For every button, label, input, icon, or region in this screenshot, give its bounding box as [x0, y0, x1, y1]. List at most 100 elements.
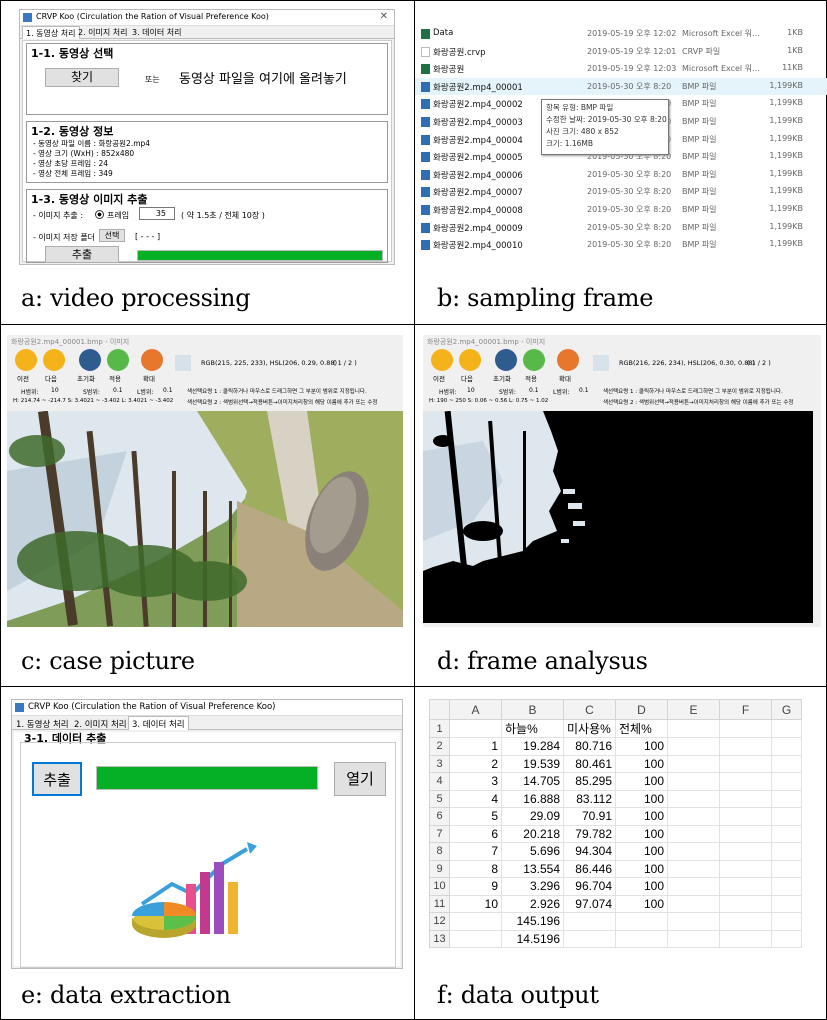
sheet-cell[interactable]: [667, 754, 720, 773]
sheet-cell[interactable]: 94.304: [563, 842, 616, 861]
row-header[interactable]: 3: [429, 754, 450, 773]
sheet-cell[interactable]: [771, 842, 802, 861]
sheet-cell[interactable]: 14.705: [501, 772, 564, 791]
sheet-cell[interactable]: [449, 912, 502, 931]
sheet-cell[interactable]: 5: [449, 807, 502, 826]
sheet-cell[interactable]: [667, 929, 720, 948]
sheet-cell[interactable]: [719, 912, 772, 931]
sheet-cell[interactable]: 100: [615, 894, 668, 913]
tab-video[interactable]: 1. 동영상 처리: [16, 718, 69, 730]
apply-icon[interactable]: [107, 349, 129, 371]
apply-icon[interactable]: [523, 349, 545, 371]
sheet-cell[interactable]: [667, 912, 720, 931]
sheet-cell[interactable]: 85.295: [563, 772, 616, 791]
column-header[interactable]: E: [667, 699, 720, 720]
sheet-cell[interactable]: [667, 877, 720, 896]
sheet-cell[interactable]: [719, 789, 772, 808]
sheet-cell[interactable]: [771, 719, 802, 738]
file-row[interactable]: 화랑공원2.mp4_00006 2019-05-30 오후 8:20 BMP 파일 1…: [415, 166, 827, 184]
sheet-cell[interactable]: 3.296: [501, 877, 564, 896]
sheet-cell[interactable]: 100: [615, 754, 668, 773]
file-row[interactable]: Data 2019-05-19 오후 12:02 Microsoft Excel 워…: [415, 25, 827, 43]
select-button[interactable]: 선택: [99, 229, 125, 242]
sheet-cell[interactable]: [771, 912, 802, 931]
sheet-cell[interactable]: 100: [615, 737, 668, 756]
tab-image[interactable]: 2. 이미지 처리: [74, 718, 127, 730]
sheet-cell[interactable]: [719, 877, 772, 896]
next-icon[interactable]: [43, 349, 65, 371]
sheet-cell[interactable]: [771, 807, 802, 826]
sheet-cell[interactable]: 19.539: [501, 754, 564, 773]
sheet-cell[interactable]: [771, 754, 802, 773]
sheet-cell[interactable]: [719, 807, 772, 826]
column-header[interactable]: D: [615, 699, 668, 720]
sheet-cell[interactable]: 하늘%: [501, 719, 564, 738]
reset-icon[interactable]: [495, 349, 517, 371]
column-header[interactable]: B: [501, 699, 564, 720]
sheet-cell[interactable]: [615, 929, 668, 948]
sheet-cell[interactable]: [667, 842, 720, 861]
sheet-cell[interactable]: [563, 912, 616, 931]
sheet-cell[interactable]: [771, 789, 802, 808]
frame-input[interactable]: 35: [139, 207, 175, 220]
file-row[interactable]: 화랑공원2.mp4_00007 2019-05-30 오후 8:20 BMP 파일 1…: [415, 183, 827, 201]
sheet-cell[interactable]: [771, 737, 802, 756]
sheet-cell[interactable]: 전체%: [615, 719, 668, 738]
sheet-cell[interactable]: 13.554: [501, 859, 564, 878]
sheet-cell[interactable]: 100: [615, 877, 668, 896]
sheet-cell[interactable]: 2: [449, 754, 502, 773]
tab-video[interactable]: 1. 동영상 처리: [22, 26, 80, 39]
extract-button[interactable]: 추출: [45, 246, 119, 263]
sheet-cell[interactable]: [771, 772, 802, 791]
column-header[interactable]: C: [563, 699, 616, 720]
row-header[interactable]: 2: [429, 737, 450, 756]
sheet-cell[interactable]: 70.91: [563, 807, 616, 826]
column-header[interactable]: G: [771, 699, 802, 720]
sheet-cell[interactable]: 9: [449, 877, 502, 896]
sheet-cell[interactable]: [667, 824, 720, 843]
sheet-cell[interactable]: [771, 877, 802, 896]
sheet-cell[interactable]: [771, 824, 802, 843]
extract-button[interactable]: 추출: [32, 762, 82, 796]
sheet-cell[interactable]: 1: [449, 737, 502, 756]
file-row[interactable]: 화랑공원 2019-05-19 오후 12:03 Microsoft Excel 워…: [415, 60, 827, 78]
sheet-cell[interactable]: [719, 859, 772, 878]
sheet-cell[interactable]: 79.782: [563, 824, 616, 843]
tab-image[interactable]: 2. 이미지 처리: [78, 27, 128, 38]
sheet-cell[interactable]: 3: [449, 772, 502, 791]
file-row[interactable]: 화랑공원2.mp4_00001 2019-05-30 오후 8:20 BMP 파일 1…: [415, 77, 827, 96]
sheet-cell[interactable]: 80.716: [563, 737, 616, 756]
row-header[interactable]: 1: [429, 719, 450, 738]
sheet-cell[interactable]: 8: [449, 859, 502, 878]
sheet-cell[interactable]: 7: [449, 842, 502, 861]
sheet-cell[interactable]: [719, 772, 772, 791]
sheet-cell[interactable]: 96.704: [563, 877, 616, 896]
column-header[interactable]: F: [719, 699, 772, 720]
sheet-cell[interactable]: [667, 789, 720, 808]
sheet-cell[interactable]: 100: [615, 772, 668, 791]
row-header[interactable]: 12: [429, 912, 450, 931]
sheet-cell[interactable]: [719, 737, 772, 756]
row-header[interactable]: 8: [429, 842, 450, 861]
row-header[interactable]: 10: [429, 877, 450, 896]
sheet-cell[interactable]: 미사용%: [563, 719, 616, 738]
sheet-cell[interactable]: 14.5196: [501, 929, 564, 948]
sheet-cell[interactable]: [667, 737, 720, 756]
frame-radio[interactable]: [95, 210, 104, 219]
row-header[interactable]: 5: [429, 789, 450, 808]
sheet-cell[interactable]: 83.112: [563, 789, 616, 808]
sheet-cell[interactable]: [771, 894, 802, 913]
sheet-cell[interactable]: [771, 859, 802, 878]
drop-zone[interactable]: 동영상 파일을 여기에 올려놓기: [179, 68, 347, 87]
sheet-cell[interactable]: 145.196: [501, 912, 564, 931]
sheet-cell[interactable]: [667, 719, 720, 738]
row-header[interactable]: 7: [429, 824, 450, 843]
sheet-cell[interactable]: 97.074: [563, 894, 616, 913]
sheet-cell[interactable]: 100: [615, 824, 668, 843]
column-header[interactable]: A: [449, 699, 502, 720]
sheet-cell[interactable]: [719, 824, 772, 843]
sheet-cell[interactable]: 100: [615, 807, 668, 826]
sheet-cell[interactable]: [667, 859, 720, 878]
sheet-cell[interactable]: [449, 929, 502, 948]
sheet-cell[interactable]: 2.926: [501, 894, 564, 913]
